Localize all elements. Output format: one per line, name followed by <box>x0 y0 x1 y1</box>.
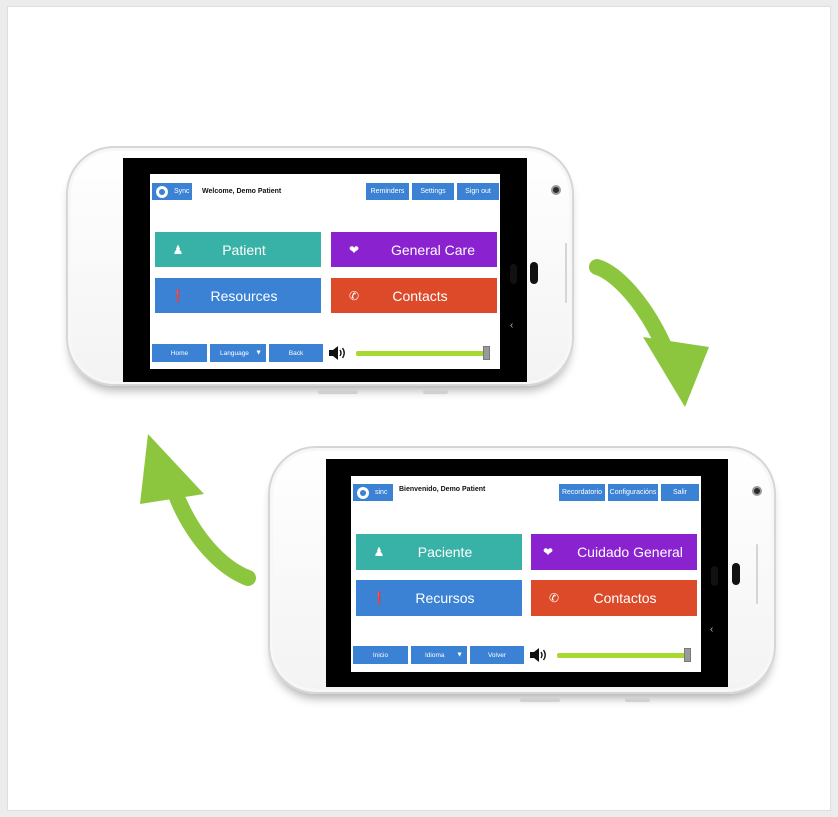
back-button[interactable]: Volver <box>470 646 524 664</box>
resources-label: Recursos <box>415 590 475 606</box>
general-care-tile[interactable]: ❤ Cuidado General <box>531 534 697 570</box>
patient-tile[interactable]: ♟ Paciente <box>356 534 522 570</box>
welcome-text: Bienvenido, Demo Patient <box>399 486 486 493</box>
alert-icon: ❗ <box>170 288 186 303</box>
sync-label: sinc <box>375 489 388 496</box>
app-screen-spanish: sinc Bienvenido, Demo Patient Recordator… <box>351 476 701 672</box>
caret-down-icon: ▼ <box>255 349 262 357</box>
arrow-up-left-icon <box>140 434 256 586</box>
contacts-tile[interactable]: ✆ Contactos <box>531 580 697 616</box>
phone-edge-line <box>565 243 567 303</box>
power-key <box>625 698 650 702</box>
contacts-label: Contacts <box>392 287 448 304</box>
alert-icon: ❗ <box>371 591 387 605</box>
nav-back-chevron: ‹ <box>710 624 714 635</box>
language-select[interactable]: Language ▼ <box>210 344 266 362</box>
sync-icon <box>357 486 369 499</box>
speaker-slot-left <box>711 566 718 586</box>
sync-button[interactable]: sinc <box>353 484 393 501</box>
sync-label: Sync <box>174 188 190 195</box>
user-icon: ♟ <box>172 242 184 257</box>
sync-button[interactable]: Sync <box>152 183 192 200</box>
user-icon: ♟ <box>373 545 385 559</box>
general-care-tile[interactable]: ❤ General Care <box>331 232 497 267</box>
phone-icon: ✆ <box>548 591 560 605</box>
patient-tile[interactable]: ♟ Patient <box>155 232 321 267</box>
speaker-slot-left <box>510 264 517 284</box>
volume-key <box>520 698 560 702</box>
settings-button[interactable]: Settings <box>412 183 454 200</box>
language-label: Language <box>220 349 249 357</box>
heart-icon: ❤ <box>542 545 554 559</box>
contacts-label: Contactos <box>593 590 657 606</box>
power-key <box>423 390 448 394</box>
phone-spanish: sinc Bienvenido, Demo Patient Recordator… <box>268 446 776 702</box>
patient-label: Patient <box>222 241 266 258</box>
arrow-down-right-icon <box>589 259 709 407</box>
phone-english: Sync Welcome, Demo Patient Reminders Set… <box>66 146 574 394</box>
volume-slider[interactable] <box>557 653 691 658</box>
home-button[interactable]: Inicio <box>353 646 408 664</box>
phone-edge-line <box>756 544 758 604</box>
speaker-icon[interactable] <box>529 647 549 663</box>
back-button[interactable]: Back <box>269 344 323 362</box>
app-screen-english: Sync Welcome, Demo Patient Reminders Set… <box>150 174 500 369</box>
patient-label: Paciente <box>417 544 473 560</box>
volume-key <box>318 390 358 394</box>
sync-icon <box>156 185 168 198</box>
general-care-label: General Care <box>390 241 476 258</box>
sign-out-button[interactable]: Salir <box>661 484 699 501</box>
language-select[interactable]: Idioma ▼ <box>411 646 467 664</box>
nav-back-chevron: ‹ <box>510 320 514 331</box>
resources-tile[interactable]: ❗ Recursos <box>356 580 522 616</box>
speaker-icon[interactable] <box>328 345 348 361</box>
phone-icon: ✆ <box>348 288 360 303</box>
resources-label: Resources <box>210 287 278 304</box>
settings-button[interactable]: Configuracións <box>608 484 658 501</box>
reminders-button[interactable]: Recordatorio <box>559 484 605 501</box>
general-care-label: Cuidado General <box>577 544 683 560</box>
sign-out-button[interactable]: Sign out <box>457 183 499 200</box>
camera-lens <box>752 486 762 496</box>
contacts-tile[interactable]: ✆ Contacts <box>331 278 497 313</box>
reminders-button[interactable]: Reminders <box>366 183 409 200</box>
language-label: Idioma <box>425 651 445 659</box>
volume-slider[interactable] <box>356 351 490 356</box>
speaker-slot-right <box>530 262 538 284</box>
heart-icon: ❤ <box>348 242 360 257</box>
volume-slider-thumb[interactable] <box>684 648 691 662</box>
speaker-slot-right <box>732 563 740 585</box>
volume-slider-thumb[interactable] <box>483 346 490 360</box>
resources-tile[interactable]: ❗ Resources <box>155 278 321 313</box>
home-button[interactable]: Home <box>152 344 207 362</box>
welcome-text: Welcome, Demo Patient <box>202 188 282 195</box>
camera-lens <box>551 185 561 195</box>
caret-down-icon: ▼ <box>456 651 463 659</box>
